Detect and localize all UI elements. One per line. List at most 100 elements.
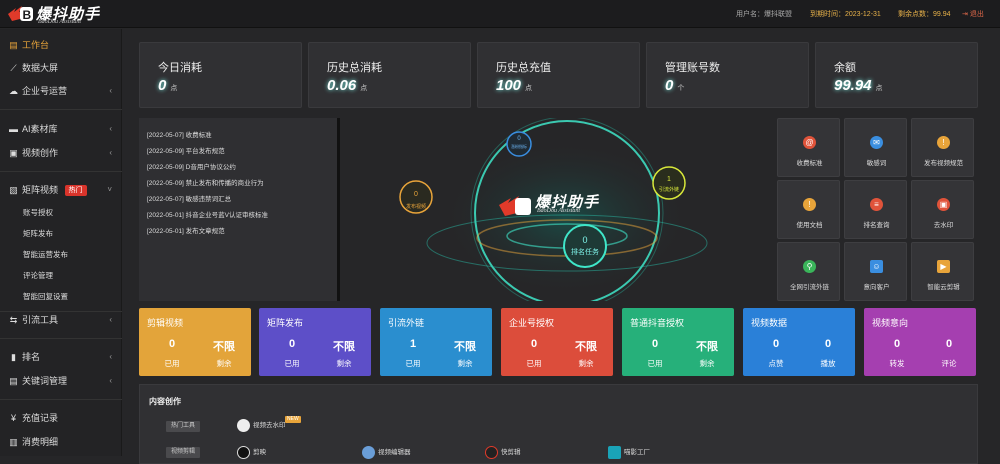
notice-item[interactable]: [2022-05-01] 发布文章规范	[147, 225, 225, 235]
sidebar-item-matrix-video[interactable]: ▧ 矩阵视频 热门 ˅	[0, 179, 122, 201]
sidebar-subitem-smart-publish[interactable]: 智能运营发布	[0, 245, 122, 265]
logo-subtitle: BaoDou Assistant	[38, 19, 82, 25]
card-enterprise-auth[interactable]: 企业号授权 0 不限 已用 剩余	[501, 308, 613, 376]
sidebar-subitem-matrix-publish[interactable]: 矩阵发布	[0, 224, 122, 244]
matrix-icon: ▧	[9, 185, 18, 195]
sidebar-item-enterprise-ops[interactable]: ☁ 企业号运营 ‹	[0, 80, 122, 102]
card-video-intent[interactable]: 视频意向 0 0 转发 评论	[864, 308, 976, 376]
username-info: 用户名：爆抖联盟	[736, 11, 792, 18]
chevron-left-icon: ‹	[109, 352, 112, 361]
orb-publish-label: 发布视频	[405, 204, 426, 210]
play-icon: ▶	[937, 260, 950, 273]
sidebar-item-keywords[interactable]: ▤ 关键词管理 ‹	[0, 370, 122, 392]
sidebar-item-ranking[interactable]: ▮ 排名 ‹	[0, 346, 122, 368]
notice-item[interactable]: [2022-05-07] 收费标准	[147, 129, 212, 139]
stat-managed-accounts: 管理账号数 0个	[646, 42, 809, 108]
svg-text:B: B	[23, 8, 32, 22]
sidebar-item-video-create[interactable]: ▣ 视频创作 ‹	[0, 142, 122, 164]
content-creation-title: 内容创作	[149, 397, 181, 406]
sidebar-item-data-screen[interactable]: ⟋ 数据大屏	[0, 57, 122, 79]
orb-fans-num: 0	[517, 136, 521, 142]
tool-watermark-remove[interactable]: 视频去水印	[237, 419, 286, 432]
stat-total-recharge: 历史总充值 100 点	[477, 42, 640, 108]
orb-traffic-num: 1	[667, 176, 671, 183]
stat-today-consumption: 今日消耗 0点	[139, 42, 302, 108]
orb-ranking-num: 0	[582, 235, 588, 245]
editor-video-editor[interactable]: 视频编辑器	[362, 446, 411, 459]
editor-jianying[interactable]: 剪映	[237, 446, 266, 459]
watermark-remove-icon	[237, 419, 250, 432]
tool-watermark[interactable]: ▣ 去水印	[911, 180, 974, 239]
notice-list: [2022-05-07] 收费标准 [2022-05-09] 平台发布规范 [2…	[139, 118, 340, 301]
library-icon: ▬	[9, 124, 18, 134]
sidebar-subitem-smart-reply[interactable]: 智能回复设置	[0, 287, 122, 307]
tool-rank-query[interactable]: ≡ 排名查询	[844, 180, 907, 239]
tool-docs[interactable]: ! 使用文档	[777, 180, 840, 239]
chevron-left-icon: ‹	[109, 86, 112, 95]
center-logo-subtitle: BaoDou Assistant	[537, 208, 581, 214]
tool-cloud-edit[interactable]: ▶ 智能云剪辑	[911, 242, 974, 301]
sidebar-item-ai-library[interactable]: ▬ AI素材库 ‹	[0, 118, 122, 140]
orb-traffic-link[interactable]	[652, 166, 686, 200]
tool-sensitive-words[interactable]: ✉ 敏感词	[844, 118, 907, 177]
card-video-data[interactable]: 视频数据 0 0 点赞 播放	[743, 308, 855, 376]
orb-fans-label: 涨粉指标	[511, 144, 527, 149]
notice-item[interactable]: [2022-05-09] 禁止发布和传播的商业行为	[147, 177, 264, 187]
chevron-left-icon: ‹	[109, 148, 112, 157]
mail-icon: ✉	[870, 136, 883, 149]
notice-item[interactable]: [2022-05-07] 敏感违禁词汇总	[147, 193, 231, 203]
chevron-down-icon: ˅	[107, 185, 112, 194]
notice-item[interactable]: [2022-05-09] 平台发布规范	[147, 145, 225, 155]
divider	[0, 399, 122, 400]
center-visual: 爆抖助手 BaoDou Assistant 0 发布视频 0 涨粉指标 1 引流…	[341, 118, 775, 301]
expire-info: 到期时间：2023-12-31	[810, 11, 881, 18]
logo-flame-icon: B	[8, 6, 33, 22]
sidebar-item-traffic-tools[interactable]: ⇆ 引流工具 ‹	[0, 309, 122, 331]
watermark-icon: ▣	[937, 198, 950, 211]
sidebar-item-recharge[interactable]: ¥ 充值记录	[0, 407, 122, 429]
sidebar-subitem-account-auth[interactable]: 账号授权	[0, 203, 122, 223]
jianying-icon	[237, 446, 250, 459]
sidebar: ▤ 工作台 ⟋ 数据大屏 ☁ 企业号运营 ‹ ▬ AI素材库 ‹ ▣ 视频创作 …	[0, 29, 122, 456]
new-badge: NEW	[285, 416, 301, 423]
app-logo[interactable]: B 爆抖助手 BaoDou Assistant	[6, 2, 126, 26]
notice-item[interactable]: [2022-05-01] 抖音企业号蓝V认证审核标准	[147, 209, 268, 219]
tag-video-edit: 视频剪辑	[166, 447, 201, 458]
tool-pricing[interactable]: @ 收费标准	[777, 118, 840, 177]
sidebar-item-consumption[interactable]: ▥ 消费明细	[0, 431, 122, 453]
logout-button[interactable]: ⇥ 退出	[962, 9, 984, 19]
link-icon: ⚲	[803, 260, 816, 273]
chevron-left-icon: ‹	[109, 376, 112, 385]
card-traffic-link[interactable]: 引流外链 1 不限 已用 剩余	[380, 308, 492, 376]
workbench-icon: ▤	[9, 40, 18, 50]
tool-video-rules[interactable]: ! 发布视频规范	[911, 118, 974, 177]
orb-ranking-label: 排名任务	[571, 249, 599, 256]
user-icon: ☺	[870, 260, 883, 273]
card-douyin-auth[interactable]: 普通抖音授权 0 不限 已用 剩余	[622, 308, 734, 376]
content-creation-panel: 内容创作 热门工具 视频去水印 NEW 视频剪辑 剪映 视频编辑器 快剪辑 喵影…	[139, 384, 978, 464]
receipt-icon: ▥	[9, 437, 18, 447]
pricing-icon: @	[803, 136, 816, 149]
yen-icon: ¥	[10, 413, 16, 423]
divider	[0, 338, 122, 339]
editor-kuaijianji[interactable]: 快剪辑	[485, 446, 521, 459]
sidebar-item-workbench[interactable]: ▤ 工作台	[0, 34, 122, 56]
orb-ranking-task[interactable]	[563, 224, 607, 268]
orb-publish-num: 0	[414, 191, 418, 198]
tool-intent-customers[interactable]: ☺ 意向客户	[844, 242, 907, 301]
card-matrix-publish[interactable]: 矩阵发布 0 不限 已用 剩余	[259, 308, 371, 376]
tool-traffic-links[interactable]: ⚲ 全网引流外链	[777, 242, 840, 301]
stat-balance: 余额 99.94 点	[815, 42, 978, 108]
divider	[0, 171, 122, 172]
editor-miaoying[interactable]: 喵影工厂	[608, 446, 650, 459]
kuaijianji-icon	[485, 446, 498, 459]
top-header: B 爆抖助手 BaoDou Assistant 用户名：爆抖联盟 到期时间：20…	[0, 0, 1000, 28]
video-icon: ▣	[9, 148, 18, 158]
sidebar-subitem-comments[interactable]: 评论管理	[0, 266, 122, 286]
chevron-left-icon: ‹	[109, 124, 112, 133]
card-edit-video[interactable]: 剪辑视频 0 不限 已用 剩余	[139, 308, 251, 376]
scrollbar[interactable]	[337, 118, 340, 301]
notice-item[interactable]: [2022-05-09] D音用户协议公约	[147, 161, 236, 171]
video-editor-icon	[362, 446, 375, 459]
divider	[0, 109, 122, 110]
